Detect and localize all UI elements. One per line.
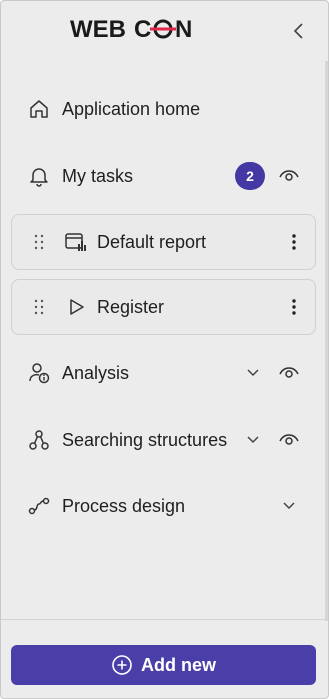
eye-icon[interactable]	[277, 361, 301, 385]
nav-item-application-home[interactable]: Application home	[13, 85, 317, 133]
home-icon	[27, 97, 51, 121]
chevron-down-icon[interactable]	[277, 494, 301, 518]
eye-icon[interactable]	[277, 428, 301, 452]
bell-icon	[27, 164, 51, 188]
collapse-panel-button[interactable]	[286, 18, 312, 44]
nav-label: Searching structures	[62, 430, 228, 450]
nav-item-analysis[interactable]: Analysis	[13, 349, 317, 397]
chevron-left-icon	[293, 23, 303, 39]
scrollbar[interactable]	[325, 61, 328, 621]
nav-label: Register	[97, 297, 165, 317]
play-icon	[64, 295, 88, 319]
process-flow-icon	[27, 494, 51, 518]
chevron-down-icon[interactable]	[241, 361, 265, 385]
svg-text:N: N	[175, 16, 192, 43]
nav-item-process-design[interactable]: Process design	[13, 482, 317, 530]
webcon-logo[interactable]: WEB C N	[70, 15, 210, 43]
svg-text:WEB: WEB	[70, 16, 126, 43]
nav-label: Analysis	[62, 363, 130, 383]
add-new-button[interactable]: Add new	[11, 645, 316, 685]
more-options-icon[interactable]	[284, 230, 304, 254]
drag-handle-icon[interactable]	[33, 233, 45, 251]
chevron-down-icon[interactable]	[241, 428, 265, 452]
nav-label: Process design	[62, 496, 186, 516]
add-new-label: Add new	[141, 654, 216, 675]
report-icon	[64, 230, 88, 254]
nav-item-searching-structures[interactable]: Searching structures	[13, 416, 317, 464]
logo-icon: WEB C N	[70, 16, 192, 43]
pinned-item-default-report[interactable]: Default report	[11, 214, 316, 270]
pinned-item-register[interactable]: Register	[11, 279, 316, 335]
nav-label: My tasks	[62, 166, 134, 186]
nav-label: Application home	[62, 99, 201, 119]
nav-item-my-tasks[interactable]: My tasks 2	[13, 152, 317, 200]
panel-header: WEB C N	[1, 1, 328, 61]
task-count-badge: 2	[235, 162, 265, 190]
nav-label: Default report	[97, 232, 207, 252]
drag-handle-icon[interactable]	[33, 298, 45, 316]
navigation-panel: WEB C N Application home My tasks 2 Defa…	[0, 0, 329, 699]
svg-text:C: C	[134, 16, 151, 43]
more-options-icon[interactable]	[284, 295, 304, 319]
person-info-icon	[27, 361, 51, 385]
plus-circle-icon	[111, 654, 133, 676]
eye-icon[interactable]	[277, 164, 301, 188]
footer-divider	[1, 619, 328, 620]
org-structure-icon	[27, 428, 51, 452]
